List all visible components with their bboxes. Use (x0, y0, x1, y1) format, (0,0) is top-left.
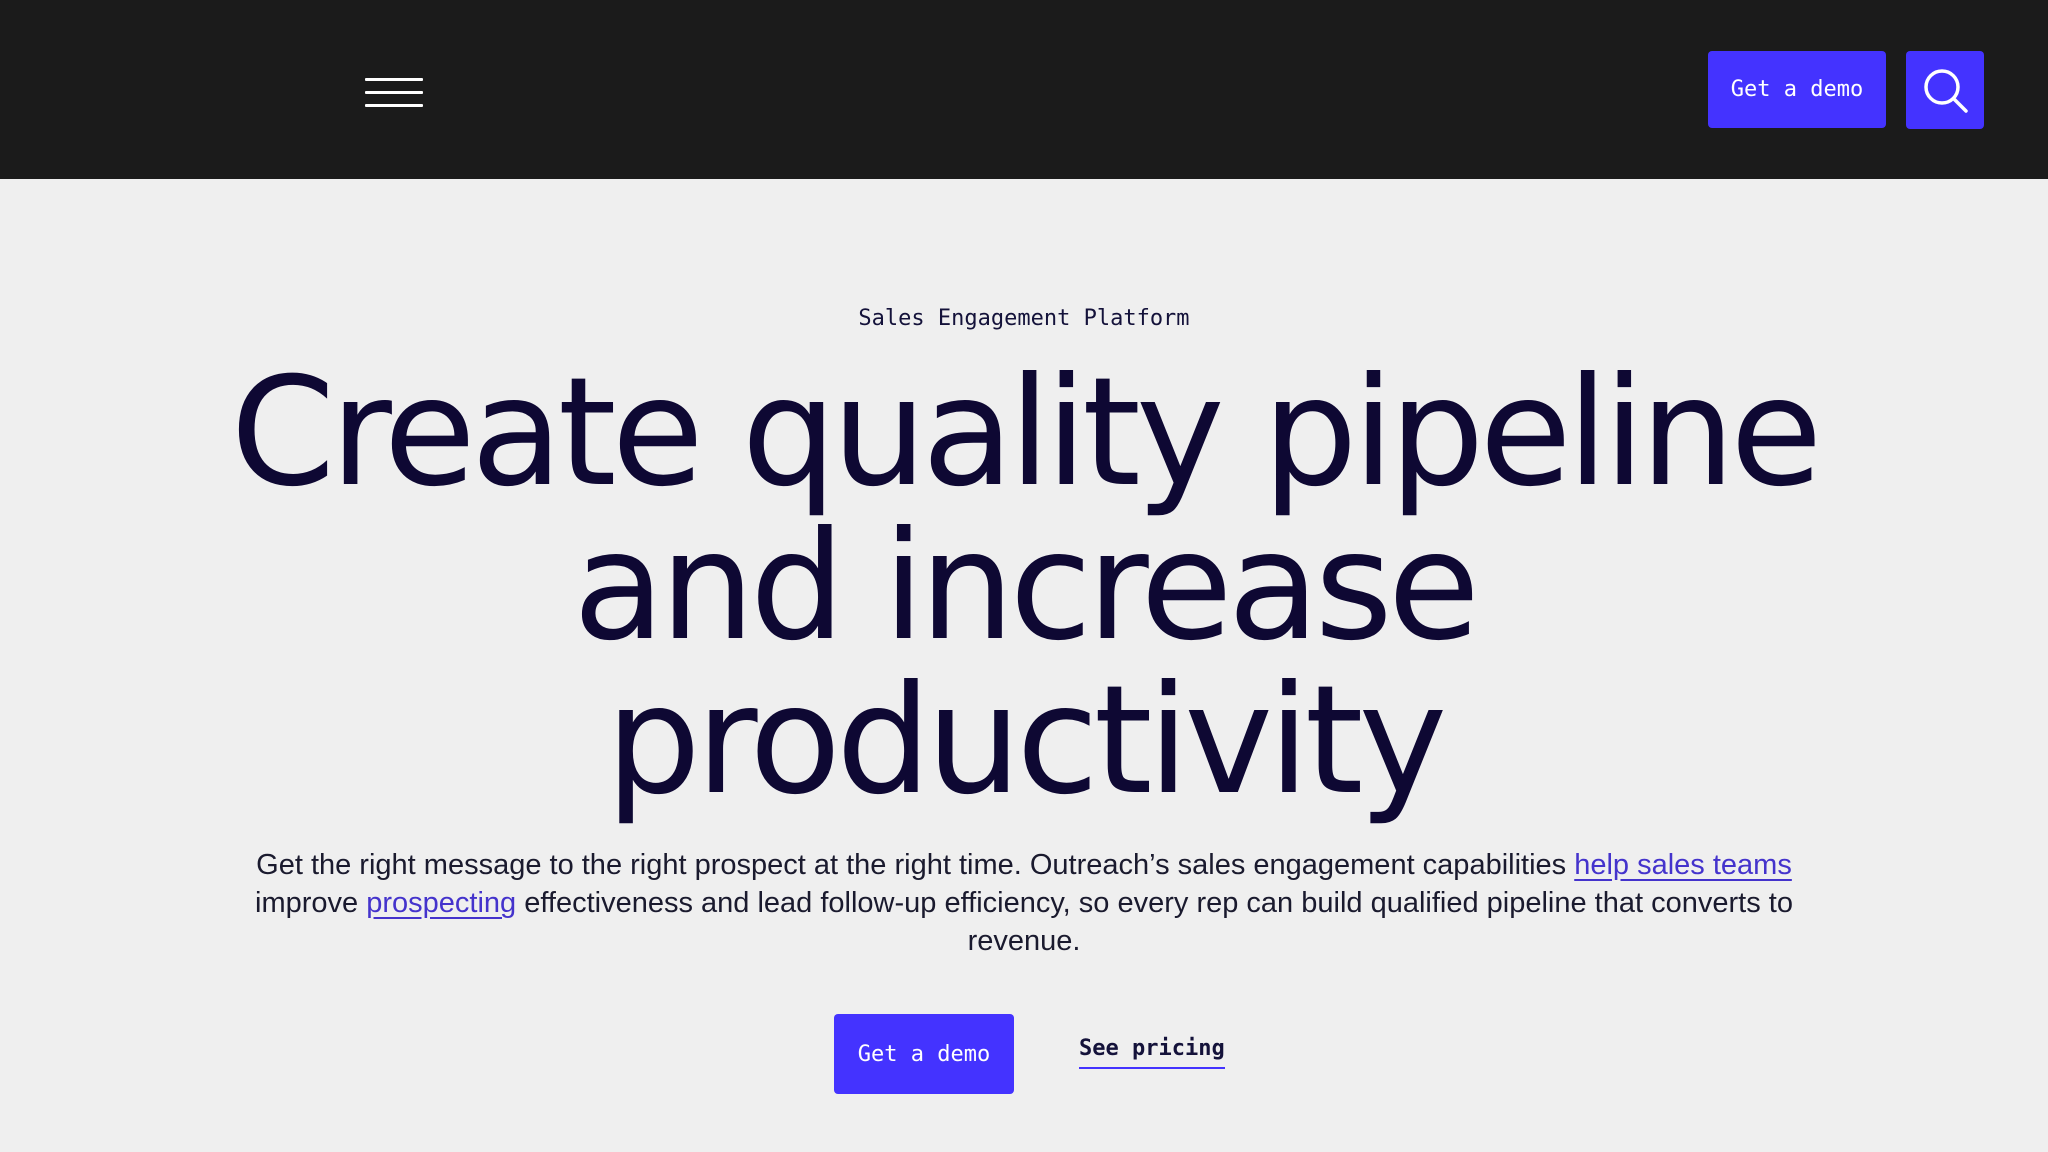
headline-line-1: Create quality pipeline (230, 346, 1822, 520)
hero-headline: Create quality pipeline and increase pro… (224, 356, 1824, 818)
hero-description: Get the right message to the right prosp… (236, 846, 1812, 960)
description-part-3: effectiveness and lead follow-up efficie… (516, 887, 1793, 957)
description-part-1: Get the right message to the right prosp… (256, 849, 1575, 881)
prospecting-link[interactable]: prospecting (366, 887, 516, 919)
hero-get-demo-button[interactable]: Get a demo (834, 1014, 1014, 1094)
help-sales-teams-link[interactable]: help sales teams (1574, 849, 1792, 881)
description-part-2: improve (255, 887, 367, 919)
hamburger-menu-icon[interactable] (365, 74, 423, 110)
headline-line-2: and increase (572, 500, 1480, 674)
search-button[interactable] (1906, 51, 1984, 129)
top-navigation-bar: Get a demo (0, 0, 2048, 179)
headline-line-3: productivity (605, 654, 1448, 828)
search-icon (1924, 69, 1968, 113)
header-get-demo-button[interactable]: Get a demo (1708, 51, 1886, 128)
hero-eyebrow: Sales Engagement Platform (858, 306, 1190, 331)
see-pricing-link[interactable]: See pricing (1079, 1036, 1225, 1069)
